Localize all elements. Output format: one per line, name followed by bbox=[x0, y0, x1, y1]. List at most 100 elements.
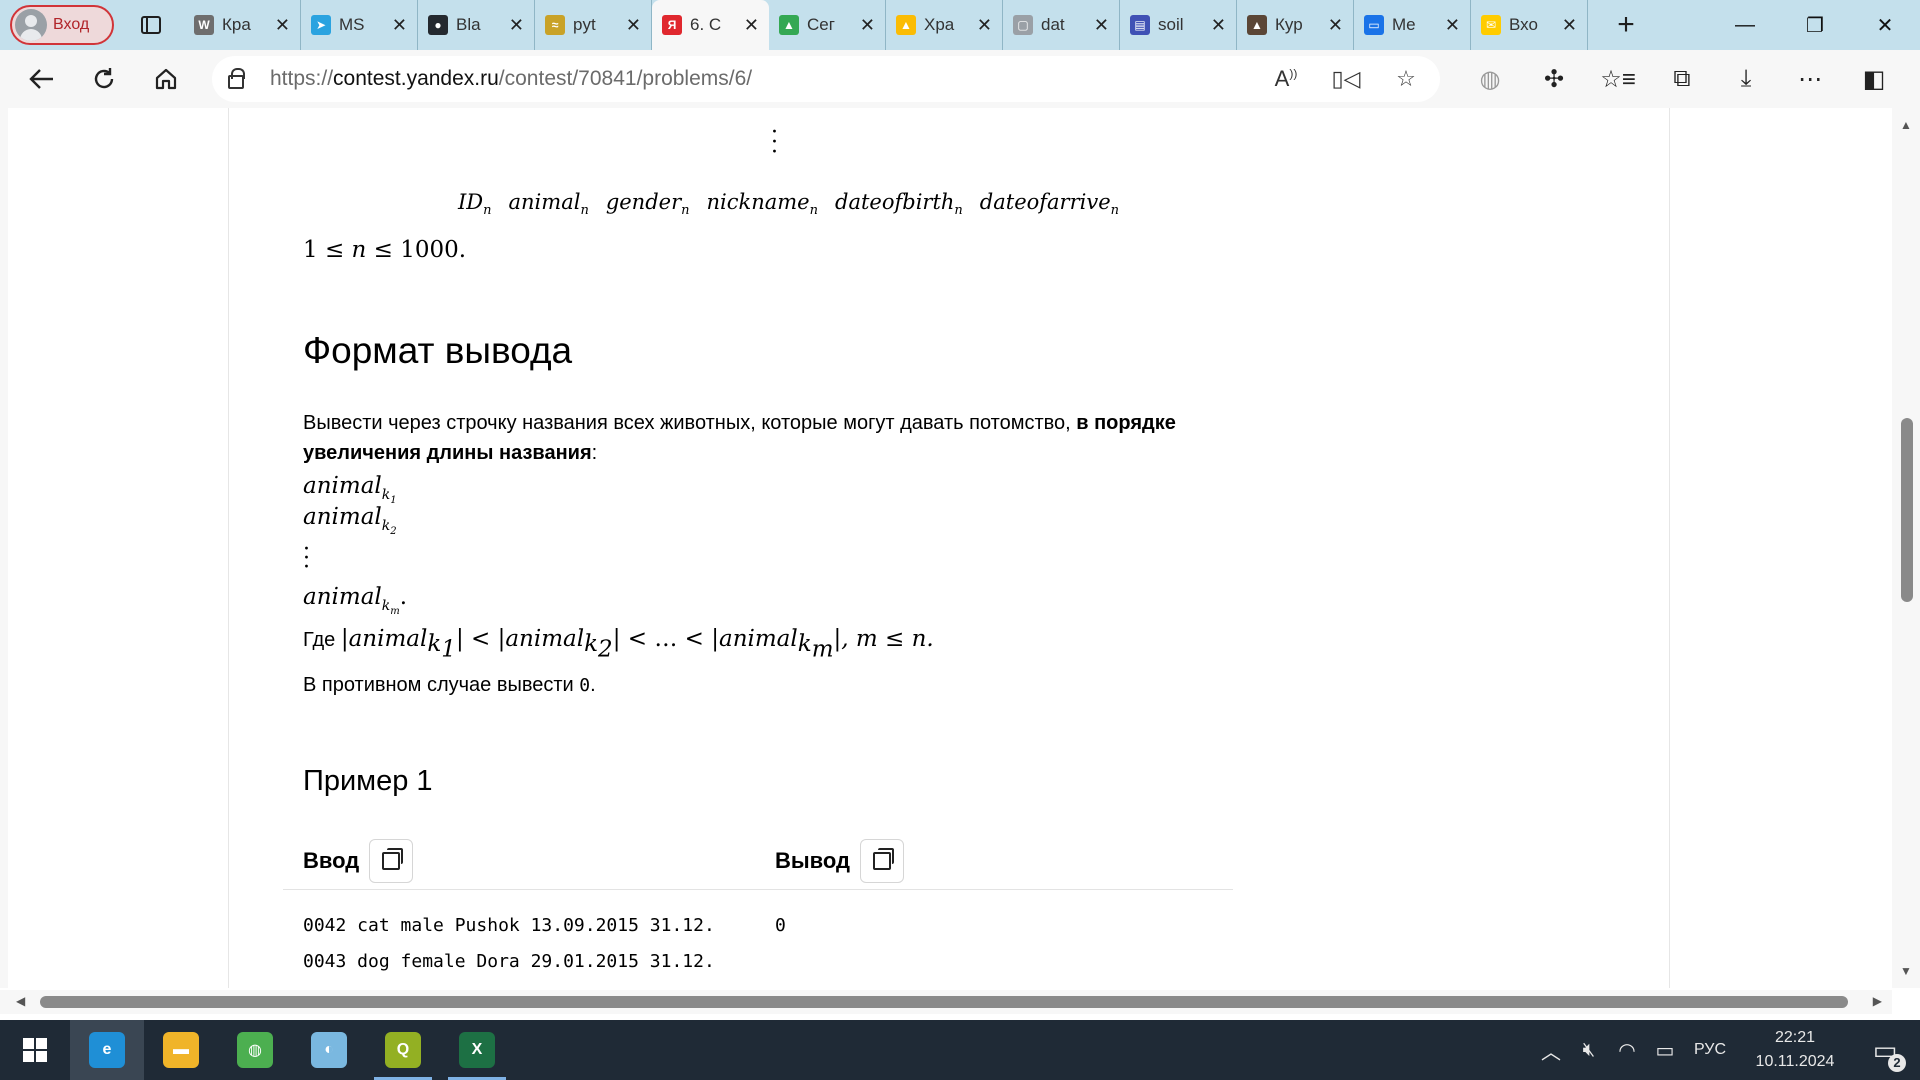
taskbar-excel[interactable]: X bbox=[440, 1020, 514, 1080]
python-icon: ≈ bbox=[545, 15, 565, 35]
system-tray: ︿ 🔇︎ ◠ ▭ РУС 22:21 10.11.2024 ▭ 2 bbox=[1532, 1020, 1920, 1080]
tab-close-icon[interactable]: ✕ bbox=[1562, 15, 1577, 36]
refresh-button[interactable] bbox=[84, 59, 124, 99]
browser-tab[interactable]: ▢ dat ✕ bbox=[1003, 0, 1120, 50]
browser-tab[interactable]: Я 6. С ✕ bbox=[652, 0, 769, 50]
favorite-star-icon[interactable]: ☆ bbox=[1388, 66, 1424, 92]
browser-tab[interactable]: ▲ Кур ✕ bbox=[1237, 0, 1354, 50]
notification-center-button[interactable]: ▭ 2 bbox=[1850, 1035, 1920, 1072]
tab-close-icon[interactable]: ✕ bbox=[744, 15, 759, 36]
home-icon bbox=[155, 68, 177, 90]
browser-tab[interactable]: ▤ soil ✕ bbox=[1120, 0, 1237, 50]
otherwise-end: . bbox=[590, 674, 596, 696]
wifi-icon[interactable]: ◠ bbox=[1608, 1038, 1646, 1063]
back-button[interactable] bbox=[22, 59, 62, 99]
field-subscript: n bbox=[483, 203, 492, 219]
example-output[interactable]: 0 bbox=[775, 908, 786, 944]
vertical-scrollbar[interactable]: ▲ ▼ bbox=[1892, 108, 1920, 988]
restore-button[interactable]: ❐ bbox=[1780, 0, 1850, 50]
browser-tab[interactable]: ● Bla ✕ bbox=[418, 0, 535, 50]
scroll-left-arrow-icon[interactable]: ◀ bbox=[16, 994, 25, 1008]
profile-button[interactable]: Вход bbox=[10, 5, 114, 45]
close-window-button[interactable]: ✕ bbox=[1850, 0, 1920, 50]
clock[interactable]: 22:21 10.11.2024 bbox=[1740, 1026, 1850, 1074]
tab-close-icon[interactable]: ✕ bbox=[275, 15, 290, 36]
url-path: /contest/70841/problems/6/ bbox=[498, 67, 753, 90]
animal-word: animal bbox=[303, 504, 382, 530]
field-name: ID bbox=[458, 190, 484, 214]
tab-close-icon[interactable]: ✕ bbox=[1445, 15, 1460, 36]
start-button[interactable] bbox=[0, 1020, 70, 1080]
field-name: animal bbox=[508, 190, 581, 214]
scroll-down-arrow-icon[interactable]: ▼ bbox=[1900, 964, 1912, 978]
language-indicator[interactable]: РУС bbox=[1694, 1041, 1726, 1059]
tab-close-icon[interactable]: ✕ bbox=[860, 15, 875, 36]
copy-input-button[interactable] bbox=[369, 839, 414, 883]
vertical-scroll-thumb[interactable] bbox=[1901, 418, 1913, 602]
sidebar-toggle-icon[interactable]: ◧ bbox=[1842, 65, 1906, 94]
input-field-symbol: animaln bbox=[508, 190, 589, 218]
read-aloud-icon[interactable]: A)) bbox=[1268, 66, 1304, 92]
browser-tab[interactable]: ▲ Сег ✕ bbox=[769, 0, 886, 50]
url-host: contest.yandex.ru bbox=[333, 67, 499, 90]
new-tab-button[interactable]: + bbox=[1606, 10, 1646, 40]
url-text[interactable]: https://contest.yandex.ru/contest/70841/… bbox=[270, 67, 752, 91]
example-input[interactable]: 0042 cat male Pushok 13.09.2015 31.12. 00… bbox=[303, 908, 743, 988]
extensions-puzzle-icon[interactable]: ✣ bbox=[1522, 65, 1586, 94]
tab-title: Хра bbox=[924, 15, 955, 34]
browser-tab[interactable]: ✉ Вхо ✕ bbox=[1471, 0, 1588, 50]
edge-icon: e bbox=[89, 1032, 125, 1068]
address-bar[interactable]: https://contest.yandex.ru/contest/70841/… bbox=[212, 56, 1440, 102]
minimize-button[interactable]: — bbox=[1710, 0, 1780, 50]
telegram-icon: ➤ bbox=[311, 15, 331, 35]
copy-output-button[interactable] bbox=[860, 839, 905, 883]
horizontal-scrollbar[interactable]: ◀ ▶ bbox=[0, 990, 1892, 1014]
browser-tab[interactable]: W Кра ✕ bbox=[184, 0, 301, 50]
browser-toolbar: https://contest.yandex.ru/contest/70841/… bbox=[0, 50, 1920, 108]
globe-app-icon: ◍ bbox=[237, 1032, 273, 1068]
taskbar-qgis[interactable]: Q bbox=[366, 1020, 440, 1080]
battery-icon[interactable]: ▭ bbox=[1646, 1038, 1684, 1063]
tab-close-icon[interactable]: ✕ bbox=[1211, 15, 1226, 36]
more-menu-icon[interactable]: ⋯ bbox=[1778, 65, 1842, 94]
tab-close-icon[interactable]: ✕ bbox=[392, 15, 407, 36]
constraint-left: 1 ≤ bbox=[303, 237, 352, 263]
collections-icon[interactable]: ⧉ bbox=[1650, 65, 1714, 93]
tab-close-icon[interactable]: ✕ bbox=[1094, 15, 1109, 36]
favorites-icon[interactable]: ☆≡ bbox=[1586, 65, 1650, 94]
lock-icon[interactable] bbox=[228, 68, 245, 89]
field-subscript: n bbox=[809, 203, 818, 219]
tab-actions-button[interactable] bbox=[136, 10, 166, 40]
speaker-muted-icon[interactable]: 🔇︎ bbox=[1570, 1039, 1608, 1062]
scroll-up-arrow-icon[interactable]: ▲ bbox=[1900, 118, 1912, 132]
browser-tab[interactable]: ➤ MS ✕ bbox=[301, 0, 418, 50]
browser-tab[interactable]: ≈ pyt ✕ bbox=[535, 0, 652, 50]
browser-tab[interactable]: ▲ Хра ✕ bbox=[886, 0, 1003, 50]
clock-date: 10.11.2024 bbox=[1755, 1053, 1835, 1070]
immersive-reader-icon[interactable]: ▯◁ bbox=[1328, 66, 1364, 92]
taskbar-app-globe[interactable]: ◍ bbox=[218, 1020, 292, 1080]
horizontal-scroll-thumb[interactable] bbox=[40, 996, 1848, 1008]
scroll-right-arrow-icon[interactable]: ▶ bbox=[1873, 994, 1882, 1008]
google-drive-icon: ▲ bbox=[779, 15, 799, 35]
taskbar-file-explorer[interactable]: ▬ bbox=[144, 1020, 218, 1080]
tab-close-icon[interactable]: ✕ bbox=[977, 15, 992, 36]
tab-close-icon[interactable]: ✕ bbox=[626, 15, 641, 36]
taskbar-paint[interactable]: ◐ bbox=[292, 1020, 366, 1080]
tab-close-icon[interactable]: ✕ bbox=[509, 15, 524, 36]
tab-close-icon[interactable]: ✕ bbox=[1328, 15, 1343, 36]
home-button[interactable] bbox=[146, 59, 186, 99]
io-divider bbox=[283, 889, 1233, 890]
github-icon: ● bbox=[428, 15, 448, 35]
output-text-end: : bbox=[591, 442, 598, 464]
animal-sub-index: m bbox=[811, 636, 834, 663]
browser-tab[interactable]: ▭ Me ✕ bbox=[1354, 0, 1471, 50]
chevron-up-icon[interactable]: ︿ bbox=[1532, 1036, 1570, 1065]
taskbar-edge[interactable]: e bbox=[70, 1020, 144, 1080]
output-label: Вывод bbox=[775, 848, 851, 873]
globe-icon[interactable]: ◍ bbox=[1458, 65, 1522, 94]
animal-word: animal bbox=[303, 584, 382, 610]
animal-word: animal bbox=[505, 626, 585, 652]
animal-km: animalkm. bbox=[303, 584, 408, 617]
download-icon[interactable]: ⤓ bbox=[1714, 65, 1778, 93]
